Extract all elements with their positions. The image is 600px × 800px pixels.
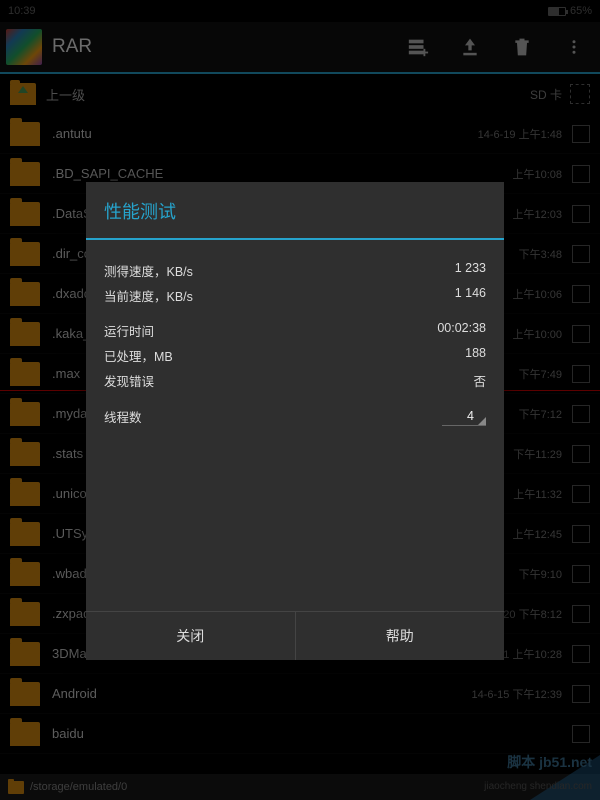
dialog-buttons: 关闭 帮助 [86, 611, 504, 660]
stat-threads: 线程数 4 [104, 403, 486, 430]
benchmark-dialog: 性能测试 测得速度，KB/s1 233 当前速度，KB/s1 146 运行时间0… [86, 182, 504, 660]
dialog-body: 测得速度，KB/s1 233 当前速度，KB/s1 146 运行时间00:02:… [86, 240, 504, 611]
stat-processed: 已处理，MB188 [104, 343, 486, 368]
stat-elapsed: 运行时间00:02:38 [104, 318, 486, 343]
close-button[interactable]: 关闭 [86, 612, 296, 660]
dialog-title: 性能测试 [86, 182, 504, 238]
stat-current: 当前速度，KB/s1 146 [104, 283, 486, 308]
stat-measured: 测得速度，KB/s1 233 [104, 258, 486, 283]
stat-errors: 发现错误否 [104, 368, 486, 393]
help-button[interactable]: 帮助 [296, 612, 505, 660]
threads-spinner[interactable]: 4 [442, 407, 486, 426]
